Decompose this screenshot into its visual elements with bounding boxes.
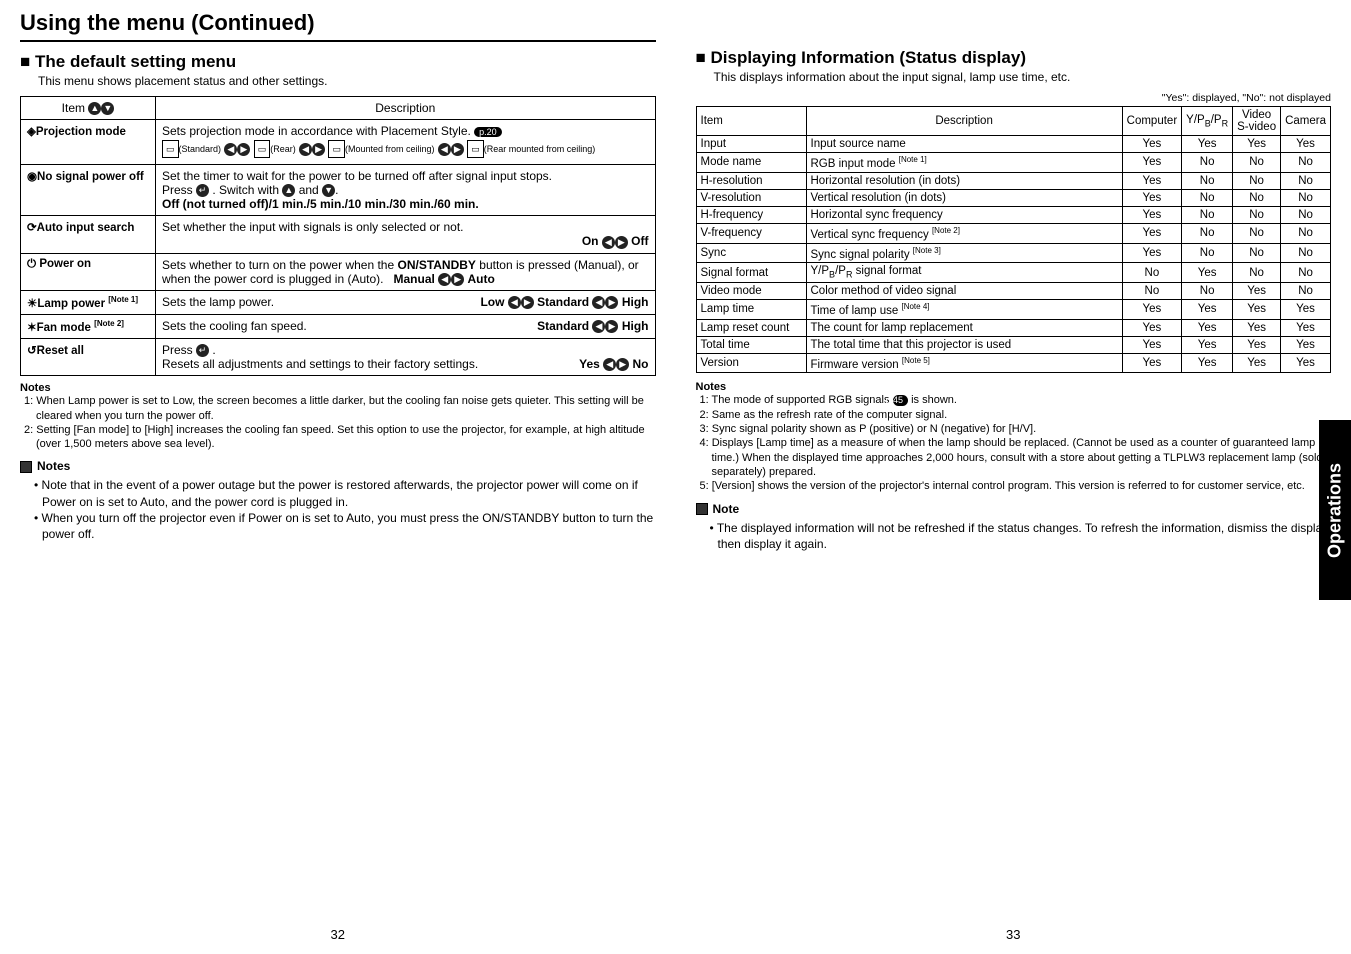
side-tab-operations: Operations (1319, 420, 1351, 600)
table-row: InputInput source nameYesYesYesYes (696, 136, 1331, 153)
note-4: 4: Displays [Lamp time] as a measure of … (700, 436, 1332, 479)
col-ypbpr: Y/PB/PR (1182, 107, 1233, 136)
table-row: V-resolutionVertical resolution (in dots… (696, 189, 1331, 206)
table-row: Total timeThe total time that this proje… (696, 336, 1331, 353)
up-icon: ▲ (282, 184, 295, 197)
note-2: 2: Setting [Fan mode] to [High] increase… (24, 423, 656, 452)
col-computer: Computer (1122, 107, 1182, 136)
table-row: H-frequencyHorizontal sync frequencyYesN… (696, 206, 1331, 223)
note-3: 3: Sync signal polarity shown as P (posi… (700, 422, 1332, 436)
table-row: Video modeColor method of video signalNo… (696, 282, 1331, 299)
left-icon: ◀ (592, 320, 605, 333)
col-item: Item ▲▼ (21, 97, 156, 120)
notes-heading: Notes (20, 382, 656, 394)
table-row: Lamp reset countThe count for lamp repla… (696, 319, 1331, 336)
left-icon: ◀ (224, 143, 237, 156)
note-bullet: • The displayed information will not be … (710, 520, 1332, 552)
left-icon: ◀ (508, 296, 521, 309)
right-icon: ▶ (605, 320, 618, 333)
auto-input-icon: ⟳ (27, 222, 37, 234)
projector-icon: ▭ (254, 140, 271, 158)
col-item: Item (696, 107, 806, 136)
bullet-1: • Note that in the event of a power outa… (34, 477, 656, 509)
table-row: V-frequencyVertical sync frequency [Note… (696, 223, 1331, 243)
page-ref-45: p.45 (893, 395, 909, 407)
down-icon: ▼ (322, 184, 335, 197)
col-description: Description (806, 107, 1122, 136)
status-display-desc: This displays information about the inpu… (714, 70, 1332, 84)
page-title: Using the menu (Continued) (20, 10, 656, 42)
note-box-heading: Note (696, 502, 1332, 516)
projector-icon: ▭ (162, 140, 179, 158)
table-row: Lamp timeTime of lamp use [Note 4]YesYes… (696, 299, 1331, 319)
up-icon: ▲ (88, 102, 101, 115)
table-row: ◈Projection mode Sets projection mode in… (21, 120, 656, 165)
legend: "Yes": displayed, "No": not displayed (696, 92, 1332, 104)
page-number-left: 32 (331, 927, 345, 942)
enter-icon: ↵ (196, 344, 209, 357)
fan-icon: ✶ (27, 322, 37, 334)
projection-icon: ◈ (27, 126, 36, 138)
default-menu-heading: The default setting menu (20, 52, 656, 72)
status-display-heading: Displaying Information (Status display) (696, 48, 1332, 68)
left-icon: ◀ (438, 273, 451, 286)
table-row: SyncSync signal polarity [Note 3]YesNoNo… (696, 243, 1331, 263)
table-row: ⟳Auto input search Set whether the input… (21, 216, 656, 253)
reset-icon: ↺ (27, 345, 37, 357)
table-row: ◉No signal power off Set the timer to wa… (21, 164, 656, 215)
note-5: 5: [Version] shows the version of the pr… (700, 479, 1332, 493)
right-icon: ▶ (616, 358, 629, 371)
table-row: ⏻ Power on Sets whether to turn on the p… (21, 253, 656, 290)
table-row: Mode nameRGB input mode [Note 1]YesNoNoN… (696, 153, 1331, 173)
left-icon: ◀ (602, 236, 615, 249)
notes-heading: Notes (696, 381, 1332, 393)
left-icon: ◀ (438, 143, 451, 156)
default-settings-table: Item ▲▼ Description ◈Projection mode Set… (20, 96, 656, 376)
note-2: 2: Same as the refresh rate of the compu… (700, 408, 1332, 422)
page-ref-20: p.20 (474, 127, 502, 137)
projector-icon: ▭ (467, 140, 484, 158)
notes-box-heading: Notes (20, 459, 656, 473)
status-table: Item Description Computer Y/PB/PR Video … (696, 106, 1332, 373)
right-icon: ▶ (451, 273, 464, 286)
enter-icon: ↵ (196, 184, 209, 197)
right-icon: ▶ (521, 296, 534, 309)
bullet-2: • When you turn off the projector even i… (34, 510, 656, 542)
projector-icon: ▭ (328, 140, 345, 158)
right-icon: ▶ (237, 143, 250, 156)
default-menu-desc: This menu shows placement status and oth… (38, 74, 656, 88)
table-row: ✶Fan mode [Note 2] Sets the cooling fan … (21, 314, 656, 338)
table-row: Signal formatY/PB/PR signal formatNoYesN… (696, 263, 1331, 282)
left-icon: ◀ (603, 358, 616, 371)
right-icon: ▶ (451, 143, 464, 156)
table-row: H-resolutionHorizontal resolution (in do… (696, 172, 1331, 189)
left-icon: ◀ (592, 296, 605, 309)
lamp-icon: ☀ (27, 298, 37, 310)
table-row: VersionFirmware version [Note 5]YesYesYe… (696, 353, 1331, 373)
no-signal-icon: ◉ (27, 171, 37, 183)
col-video: Video S-video (1233, 107, 1281, 136)
table-row: ↺Reset all Press ↵ . Resets all adjustme… (21, 338, 656, 376)
col-description: Description (156, 97, 656, 120)
right-icon: ▶ (312, 143, 325, 156)
note-1: 1: When Lamp power is set to Low, the sc… (24, 394, 656, 423)
down-icon: ▼ (101, 102, 114, 115)
table-row: ☀Lamp power [Note 1] Sets the lamp power… (21, 290, 656, 314)
page-number-right: 33 (1006, 927, 1020, 942)
col-camera: Camera (1281, 107, 1331, 136)
right-icon: ▶ (615, 236, 628, 249)
right-icon: ▶ (605, 296, 618, 309)
note-1: 1: The mode of supported RGB signals p.4… (700, 393, 1332, 407)
power-on-icon: ⏻ (27, 258, 36, 270)
left-icon: ◀ (299, 143, 312, 156)
